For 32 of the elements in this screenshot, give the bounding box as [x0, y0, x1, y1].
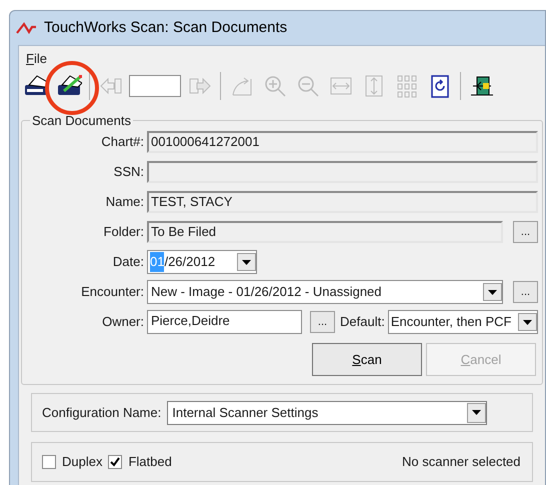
highlight-circle	[45, 61, 99, 115]
checkbox-label: Duplex	[62, 453, 102, 472]
text-field[interactable]	[147, 161, 538, 183]
default-dropdown[interactable]: Encounter, then PCF	[388, 310, 538, 334]
menu-item[interactable]: File	[22, 48, 51, 68]
page-number-field[interactable]	[129, 75, 181, 97]
browse-button[interactable]: ...	[513, 281, 538, 303]
field-label: Default:	[340, 313, 385, 332]
field-label: Date:	[112, 253, 144, 272]
checkbox[interactable]	[42, 455, 56, 469]
window-title: TouchWorks Scan: Scan Documents	[44, 18, 288, 38]
app-logo-icon	[16, 21, 38, 35]
field-label: Encounter:	[80, 283, 144, 302]
date-picker[interactable]: 01/26/2012	[147, 250, 257, 274]
field-label: Owner:	[101, 313, 144, 332]
text-field[interactable]: 001000641272001	[147, 131, 538, 153]
status-text: No scanner selected	[402, 453, 521, 472]
encounter-dropdown[interactable]: New - Image - 01/26/2012 - Unassigned	[147, 280, 503, 304]
owner-field[interactable]: Pierce,Deidre	[147, 310, 302, 334]
checkbox-label: Flatbed	[128, 453, 172, 472]
field-label: Folder:	[102, 223, 144, 242]
text-field[interactable]: TEST, STACY	[147, 191, 538, 213]
checkbox[interactable]	[108, 455, 122, 469]
field-label: Chart#:	[100, 133, 144, 152]
configuration-dropdown[interactable]: Internal Scanner Settings	[167, 400, 488, 424]
browse-button[interactable]: ...	[513, 221, 538, 243]
field-label: Name:	[104, 193, 144, 212]
text-field[interactable]: To Be Filed	[147, 221, 503, 243]
scan-button[interactable]: Scan	[312, 343, 422, 376]
field-label: SSN:	[112, 163, 144, 182]
browse-button[interactable]: ...	[310, 311, 335, 333]
field-label: Configuration Name:	[42, 404, 162, 422]
